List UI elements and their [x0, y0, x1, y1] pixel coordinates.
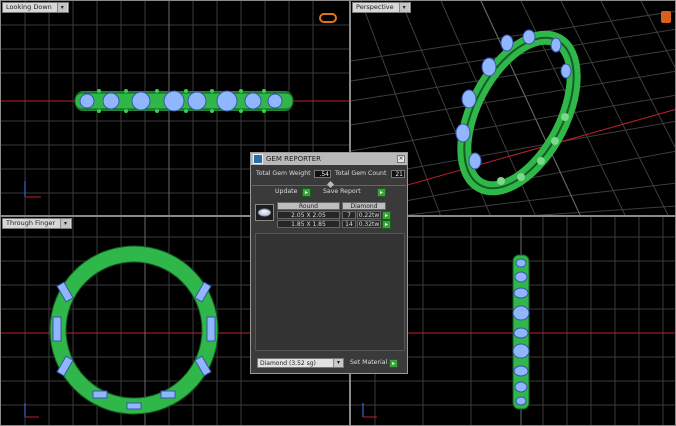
gem-reporter-titlebar[interactable]: GEM REPORTER ×	[251, 153, 407, 165]
save-report-button[interactable]: ▸	[377, 188, 386, 197]
set-material-button[interactable]: ▸	[389, 359, 398, 368]
viewport-label-text: Looking Down	[6, 3, 52, 11]
row-2-count: 14	[342, 220, 356, 228]
chevron-down-icon[interactable]: ▾	[333, 359, 343, 367]
row-1-select-button[interactable]: ▸	[382, 211, 391, 220]
viewport-label-perspective[interactable]: Perspective ▾	[352, 2, 411, 13]
close-icon[interactable]: ×	[397, 155, 405, 163]
gem-reporter-logo-icon	[253, 154, 263, 164]
material-select-value: Diamond (3.52 sg)	[260, 360, 316, 367]
save-report-label: Save Report	[323, 188, 361, 195]
material-row: Diamond (3.52 sg) ▾ Set Material ▸	[255, 358, 405, 369]
round-gem-icon	[255, 204, 274, 221]
gem-table: Round Diamond 2.05 X 2.05 7 0.22tw ▸ 1.8…	[255, 199, 405, 229]
update-label: Update	[275, 188, 298, 195]
total-gem-count-value: 21	[391, 170, 405, 178]
chevron-down-icon[interactable]: ▾	[398, 3, 409, 12]
row-2-select-button[interactable]: ▸	[382, 220, 391, 229]
viewport-label-through-finger[interactable]: Through Finger ▾	[2, 218, 73, 229]
gem-reporter-title: GEM REPORTER	[266, 155, 322, 163]
row-1-size: 2.05 X 2.05	[277, 211, 340, 219]
view-cube-icon[interactable]	[319, 13, 337, 23]
set-material-label: Set Material	[350, 359, 388, 366]
total-gem-weight-label: Total Gem Weight	[256, 170, 311, 177]
chevron-down-icon[interactable]: ▾	[56, 3, 67, 12]
update-row[interactable]: Update ▸	[275, 187, 315, 197]
total-gem-count-label: Total Gem Count	[335, 170, 387, 177]
viewport-label-looking-down[interactable]: Looking Down ▾	[2, 2, 69, 13]
column-header-shape: Round	[277, 202, 340, 210]
viewport-label-text: Through Finger	[6, 219, 56, 227]
material-select[interactable]: Diamond (3.52 sg) ▾	[257, 358, 344, 368]
save-report-row[interactable]: Save Report ▸	[323, 187, 391, 197]
total-gem-weight-value: .54	[314, 170, 331, 178]
gem-totals-row: Total Gem Weight .54 Total Gem Count 21	[254, 169, 406, 179]
chevron-down-icon[interactable]: ▾	[60, 219, 71, 228]
viewport-label-text: Perspective	[356, 3, 394, 11]
row-1-weight: 0.22tw	[357, 211, 381, 219]
gem-reporter-panel: GEM REPORTER × Total Gem Weight .54 Tota…	[250, 152, 408, 374]
view-cube-icon[interactable]	[661, 11, 671, 23]
gem-list-area	[255, 233, 405, 351]
row-1-count: 7	[342, 211, 356, 219]
row-2-weight: 0.32tw	[357, 220, 381, 228]
row-2-size: 1.85 X 1.85	[277, 220, 340, 228]
column-header-material: Diamond	[342, 202, 386, 210]
update-button[interactable]: ▸	[302, 188, 311, 197]
